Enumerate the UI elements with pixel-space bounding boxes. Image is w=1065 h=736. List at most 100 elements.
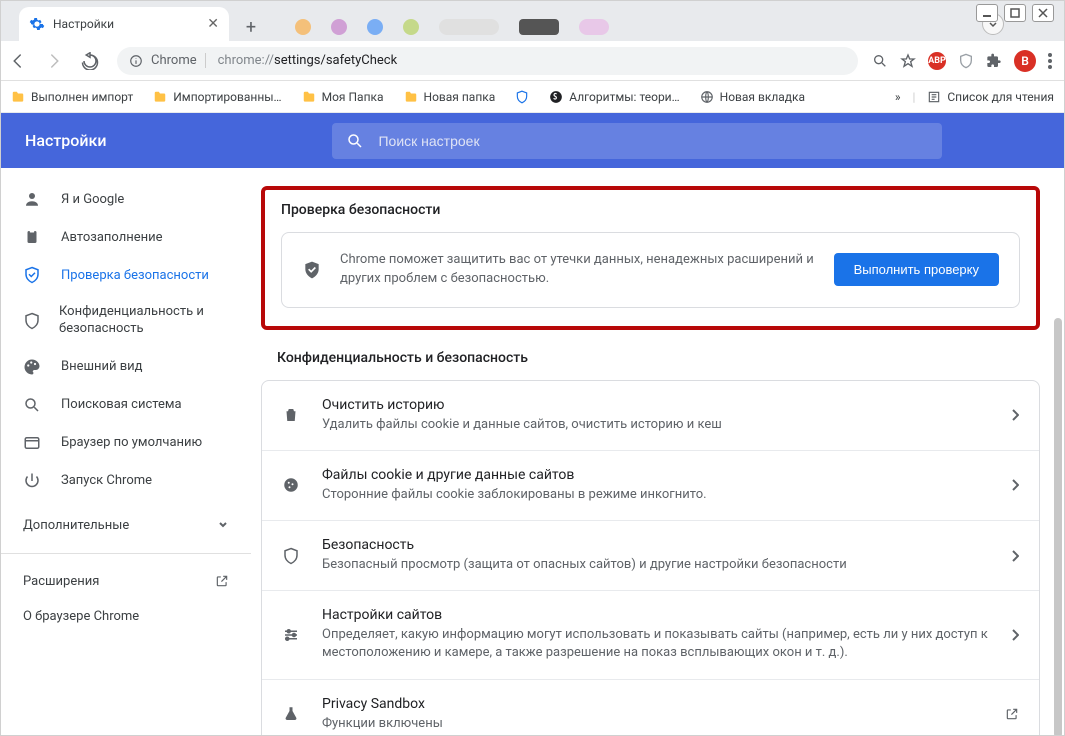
toolbar-right: ABP В	[872, 50, 1056, 72]
window-close-button[interactable]	[1032, 4, 1054, 22]
row-cookies[interactable]: Файлы cookie и другие данные сайтов Стор…	[262, 450, 1039, 520]
chevron-down-icon	[217, 519, 229, 531]
shield-icon	[515, 90, 529, 104]
chevron-right-icon	[1011, 409, 1019, 421]
sidebar-item-you-and-google[interactable]: Я и Google	[1, 180, 251, 218]
sidebar-item-extensions[interactable]: Расширения	[1, 564, 251, 599]
row-subtitle: Безопасный просмотр (защита от опасных с…	[322, 556, 991, 574]
privacy-list: Очистить историю Удалить файлы cookie и …	[261, 380, 1040, 735]
back-button[interactable]	[9, 52, 31, 70]
external-link-icon	[1005, 707, 1019, 721]
row-site-settings[interactable]: Настройки сайтов Определяет, какую инфор…	[262, 590, 1039, 678]
row-subtitle: Удалить файлы cookie и данные сайтов, оч…	[322, 416, 991, 434]
bookmark-star-icon[interactable]	[900, 53, 916, 69]
sidebar-item-label: Расширения	[23, 574, 99, 589]
sidebar-item-label: О браузере Chrome	[23, 609, 139, 624]
magnifier-icon	[23, 396, 43, 414]
row-subtitle: Сторонние файлы cookie заблокированы в р…	[322, 486, 991, 504]
palette-icon	[23, 358, 43, 376]
sidebar-item-safety-check[interactable]: Проверка безопасности	[1, 256, 251, 294]
bookmark-folder[interactable]: Новая папка	[404, 90, 496, 104]
page-title: Настройки	[25, 131, 106, 150]
browser-icon	[23, 434, 43, 452]
sidebar-item-privacy[interactable]: Конфиденциальность и безопасность	[1, 294, 251, 348]
bookmarks-bar: Выполнен импорт Импортированны… Моя Папк…	[1, 81, 1064, 113]
sidebar-item-label: Автозаполнение	[61, 230, 163, 245]
clipboard-icon	[23, 228, 43, 246]
browser-window: Настройки ✕ +	[0, 0, 1065, 736]
search-in-page-icon[interactable]	[872, 53, 888, 69]
scrollbar-thumb[interactable]	[1054, 318, 1062, 735]
sidebar-item-autofill[interactable]: Автозаполнение	[1, 218, 251, 256]
window-minimize-button[interactable]	[976, 4, 998, 22]
bookmark-label: Алгоритмы: теори…	[569, 90, 679, 104]
window-maximize-button[interactable]	[1004, 4, 1026, 22]
bookmark-label: Выполнен импорт	[31, 90, 133, 104]
sidebar-item-appearance[interactable]: Внешний вид	[1, 348, 251, 386]
settings-app: Настройки Я и Google Автозаполнение	[1, 113, 1064, 735]
settings-header: Настройки	[1, 113, 1064, 168]
sidebar-item-label: Дополнительные	[23, 518, 129, 533]
circle-s-icon	[549, 90, 563, 104]
chrome-scheme-label: Chrome	[151, 53, 206, 68]
sidebar-item-label: Я и Google	[61, 192, 124, 207]
flask-icon	[282, 705, 302, 723]
search-input[interactable]	[378, 133, 928, 149]
row-privacy-sandbox[interactable]: Privacy Sandbox Функции включены	[262, 679, 1039, 735]
sidebar-item-about[interactable]: О браузере Chrome	[1, 599, 251, 634]
section-title-privacy: Конфиденциальность и безопасность	[277, 350, 1040, 366]
bookmark-folder[interactable]: Моя Папка	[302, 90, 384, 104]
row-security[interactable]: Безопасность Безопасный просмотр (защита…	[262, 520, 1039, 590]
settings-search[interactable]	[332, 123, 942, 159]
shield-extension-icon[interactable]	[958, 53, 974, 69]
external-link-icon	[215, 574, 229, 588]
tab-strip: Настройки ✕ +	[1, 1, 1064, 41]
chevron-right-icon	[1011, 550, 1019, 562]
reading-list-icon	[927, 90, 941, 104]
shield-icon	[23, 312, 41, 330]
abp-extension-icon[interactable]: ABP	[928, 52, 946, 70]
kebab-menu-icon[interactable]	[1048, 53, 1052, 69]
run-safety-check-button[interactable]: Выполнить проверку	[834, 253, 999, 286]
shield-check-icon	[23, 266, 43, 284]
gear-icon	[29, 16, 45, 32]
profile-avatar[interactable]: В	[1014, 50, 1036, 72]
background-tab-hints	[295, 19, 609, 41]
row-clear-history[interactable]: Очистить историю Удалить файлы cookie и …	[262, 381, 1039, 450]
site-info-icon[interactable]	[129, 54, 143, 68]
bookmark-folder[interactable]: Импортированны…	[153, 90, 281, 104]
shield-icon	[282, 547, 302, 565]
safety-check-highlight: Проверка безопасности Chrome поможет защ…	[261, 186, 1040, 330]
forward-button[interactable]	[45, 52, 67, 70]
row-title: Очистить историю	[322, 397, 991, 413]
row-subtitle: Определяет, какую информацию могут испол…	[322, 626, 991, 662]
row-subtitle: Функции включены	[322, 715, 985, 733]
content-area: Проверка безопасности Chrome поможет защ…	[251, 168, 1064, 735]
browser-tab[interactable]: Настройки ✕	[19, 7, 229, 41]
bookmarks-overflow[interactable]: »	[895, 90, 901, 104]
bookmark-link[interactable]	[515, 90, 529, 104]
row-title: Настройки сайтов	[322, 607, 991, 623]
sidebar-item-label: Запуск Chrome	[61, 473, 152, 488]
power-icon	[23, 472, 43, 490]
window-controls	[976, 4, 1054, 22]
sidebar-item-on-startup[interactable]: Запуск Chrome	[1, 462, 251, 500]
close-icon[interactable]: ✕	[207, 16, 219, 32]
bookmark-folder[interactable]: Выполнен импорт	[11, 90, 133, 104]
bookmark-link[interactable]: Новая вкладка	[700, 90, 805, 104]
bookmark-link[interactable]: Алгоритмы: теори…	[549, 90, 679, 104]
chevron-right-icon	[1011, 479, 1019, 491]
folder-icon	[153, 90, 167, 104]
reading-list-button[interactable]: Список для чтения	[927, 90, 1054, 104]
reading-list-label: Список для чтения	[947, 90, 1054, 104]
reload-button[interactable]	[81, 52, 103, 70]
sidebar-item-advanced[interactable]: Дополнительные	[1, 508, 251, 543]
extensions-icon[interactable]	[986, 53, 1002, 69]
new-tab-button[interactable]: +	[237, 13, 265, 41]
folder-icon	[11, 90, 25, 104]
sidebar-item-default-browser[interactable]: Браузер по умолчанию	[1, 424, 251, 462]
cookie-icon	[282, 476, 302, 494]
shield-filled-icon	[302, 260, 322, 280]
sidebar-item-search-engine[interactable]: Поисковая система	[1, 386, 251, 424]
address-bar[interactable]: Chrome chrome://settings/safetyCheck	[117, 47, 858, 75]
